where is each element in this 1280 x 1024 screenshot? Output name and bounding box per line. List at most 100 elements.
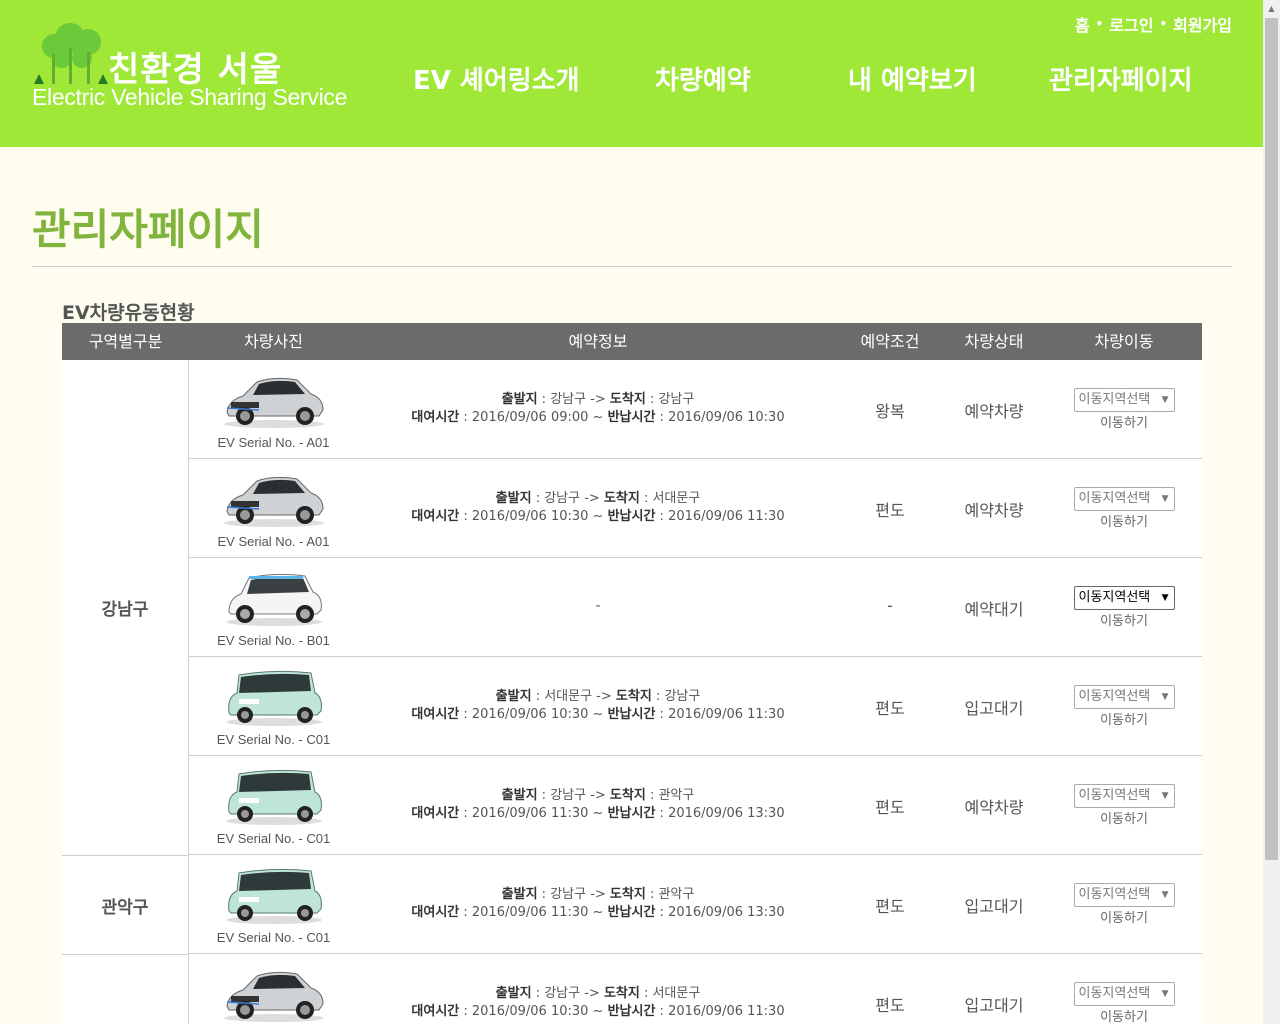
site-logo[interactable]: 친환경 서울 Electric Vehicle Sharing Service [32,18,362,118]
chevron-down-icon: ▼ [1161,890,1169,900]
reservation-info: 출발지 : 강남구 -> 도착지 : 관악구 대여시간 : 2016/09/06 … [411,788,785,821]
car-photo [219,469,329,529]
table-row: EV Serial No. - A01 출발지 : 강남구 -> 도착지 : 강남… [189,360,1202,459]
section-title: EV차량유동현황 [62,302,195,324]
home-link[interactable]: 홈 [1075,12,1090,36]
scrollbar[interactable]: ▲ [1263,0,1280,1024]
move-region-select[interactable]: 이동지역선택 ▼ [1073,784,1175,808]
chevron-down-icon: ▼ [1161,494,1169,504]
table-header: 구역별구분 차량사진 예약정보 예약조건 차량상태 차량이동 [62,323,1202,360]
move-region-select[interactable]: 이동지역선택 ▼ [1073,487,1175,511]
scroll-up-icon[interactable]: ▲ [1263,0,1280,17]
serial-number: EV Serial No. - C01 [216,831,331,846]
region-cell [62,955,189,1024]
serial-number: EV Serial No. - C01 [216,930,331,945]
move-region-select[interactable]: 이동지역선택 ▼ [1073,685,1175,709]
reservation-condition: 편도 [875,699,905,718]
chevron-down-icon: ▼ [1161,593,1169,603]
tree-logo-icon [34,23,108,84]
vehicle-state: 예약차량 [964,501,1024,520]
reservation-condition: 편도 [875,897,905,916]
col-condition: 예약조건 [860,332,920,351]
reservation-info: 출발지 : 서대문구 -> 도착지 : 강남구 대여시간 : 2016/09/06… [411,689,785,722]
move-region-select[interactable]: 이동지역선택 ▼ [1073,982,1175,1006]
vehicle-state: 예약차량 [964,402,1024,421]
move-cell: 이동지역선택 ▼ 이동하기 [1046,982,1202,1024]
nav-ev-intro[interactable]: EV 셰어링소개 [413,60,580,97]
divider [32,266,1232,267]
login-link[interactable]: 로그인 [1109,12,1153,36]
vehicle-state: 예약차량 [964,798,1024,817]
car-photo [219,667,329,727]
scroll-thumb[interactable] [1265,18,1278,860]
reservation-condition: 왕복 [875,402,905,421]
car-photo [219,370,329,430]
chevron-down-icon: ▼ [1161,395,1169,405]
table-row: EV Serial No. - C01 출발지 : 강남구 -> 도착지 : 관악… [189,756,1202,855]
move-cell: 이동지역선택 ▼ 이동하기 [1046,784,1202,827]
move-region-select[interactable]: 이동지역선택 ▼ [1073,883,1175,907]
reservation-info: 출발지 : 강남구 -> 도착지 : 서대문구 대여시간 : 2016/09/06… [411,491,785,524]
table-body: 강남구 관악구 EV Serial No. - A01 출발지 : 강남구 -> … [62,360,1202,1024]
reservation-condition: 편도 [875,501,905,520]
car-photo [219,964,329,1024]
move-button[interactable]: 이동하기 [1046,907,1202,926]
reservation-info: 출발지 : 강남구 -> 도착지 : 강남구 대여시간 : 2016/09/06 … [411,392,785,425]
move-button[interactable]: 이동하기 [1046,709,1202,728]
col-move: 차량이동 [1094,332,1154,351]
table-row: 출발지 : 강남구 -> 도착지 : 서대문구 대여시간 : 2016/09/06… [189,954,1202,1024]
utility-nav: 홈 • 로그인 • 회원가입 [1075,12,1232,36]
table-row: EV Serial No. - C01 출발지 : 강남구 -> 도착지 : 관악… [189,855,1202,954]
reservation-condition: - [887,596,893,615]
serial-number: EV Serial No. - B01 [217,633,330,648]
nav-reserve[interactable]: 차량예약 [655,60,751,97]
serial-number: EV Serial No. - A01 [217,435,330,450]
move-cell: 이동지역선택 ▼ 이동하기 [1046,685,1202,728]
chevron-down-icon: ▼ [1161,989,1169,999]
move-cell: 이동지역선택 ▼ 이동하기 [1046,487,1202,530]
reservation-info: - [595,598,601,614]
move-cell: 이동지역선택 ▼ 이동하기 [1046,883,1202,926]
col-region: 구역별구분 [88,332,163,351]
ev-status-table: 구역별구분 차량사진 예약정보 예약조건 차량상태 차량이동 강남구 관악구 E… [62,323,1202,1024]
move-button[interactable]: 이동하기 [1046,511,1202,530]
serial-number: EV Serial No. - C01 [216,732,331,747]
vehicle-state: 입고대기 [964,897,1024,916]
serial-number: EV Serial No. - A01 [217,534,330,549]
chevron-down-icon: ▼ [1161,692,1169,702]
reservation-condition: 편도 [875,996,905,1015]
car-photo [219,568,329,628]
signup-link[interactable]: 회원가입 [1173,12,1232,36]
move-button[interactable]: 이동하기 [1046,808,1202,827]
move-cell: 이동지역선택 ▼ 이동하기 [1046,388,1202,431]
nav-admin[interactable]: 관리자페이지 [1049,60,1193,97]
car-photo [219,766,329,826]
reservation-info: 출발지 : 강남구 -> 도착지 : 관악구 대여시간 : 2016/09/06 … [411,887,785,920]
site-header: 친환경 서울 Electric Vehicle Sharing Service … [0,0,1280,147]
col-info: 예약정보 [568,332,628,351]
move-region-select[interactable]: 이동지역선택 ▼ [1073,586,1175,610]
move-button[interactable]: 이동하기 [1046,412,1202,431]
chevron-down-icon: ▼ [1161,791,1169,801]
vehicle-state: 입고대기 [964,699,1024,718]
table-row: EV Serial No. - C01 출발지 : 서대문구 -> 도착지 : 강… [189,657,1202,756]
table-row: EV Serial No. - B01 - - 예약대기 이동지역선택 ▼ 이동하기 [189,558,1202,657]
col-photo: 차량사진 [244,332,303,351]
separator: • [1095,17,1104,31]
move-region-select[interactable]: 이동지역선택 ▼ [1073,388,1175,412]
vehicle-state: 입고대기 [964,996,1024,1015]
col-state: 차량상태 [964,332,1024,351]
logo-title-en: Electric Vehicle Sharing Service [32,84,348,110]
car-photo [219,865,329,925]
separator: • [1159,17,1168,31]
vehicle-state: 예약대기 [964,600,1024,619]
page-title: 관리자페이지 [32,205,264,254]
nav-my-reservation[interactable]: 내 예약보기 [848,60,977,97]
move-button[interactable]: 이동하기 [1046,1006,1202,1024]
region-cell: 관악구 [62,856,189,955]
table-row: EV Serial No. - A01 출발지 : 강남구 -> 도착지 : 서대… [189,459,1202,558]
reservation-condition: 편도 [875,798,905,817]
reservation-info: 출발지 : 강남구 -> 도착지 : 서대문구 대여시간 : 2016/09/06… [411,986,785,1019]
move-cell: 이동지역선택 ▼ 이동하기 [1046,586,1202,629]
move-button[interactable]: 이동하기 [1046,610,1202,629]
